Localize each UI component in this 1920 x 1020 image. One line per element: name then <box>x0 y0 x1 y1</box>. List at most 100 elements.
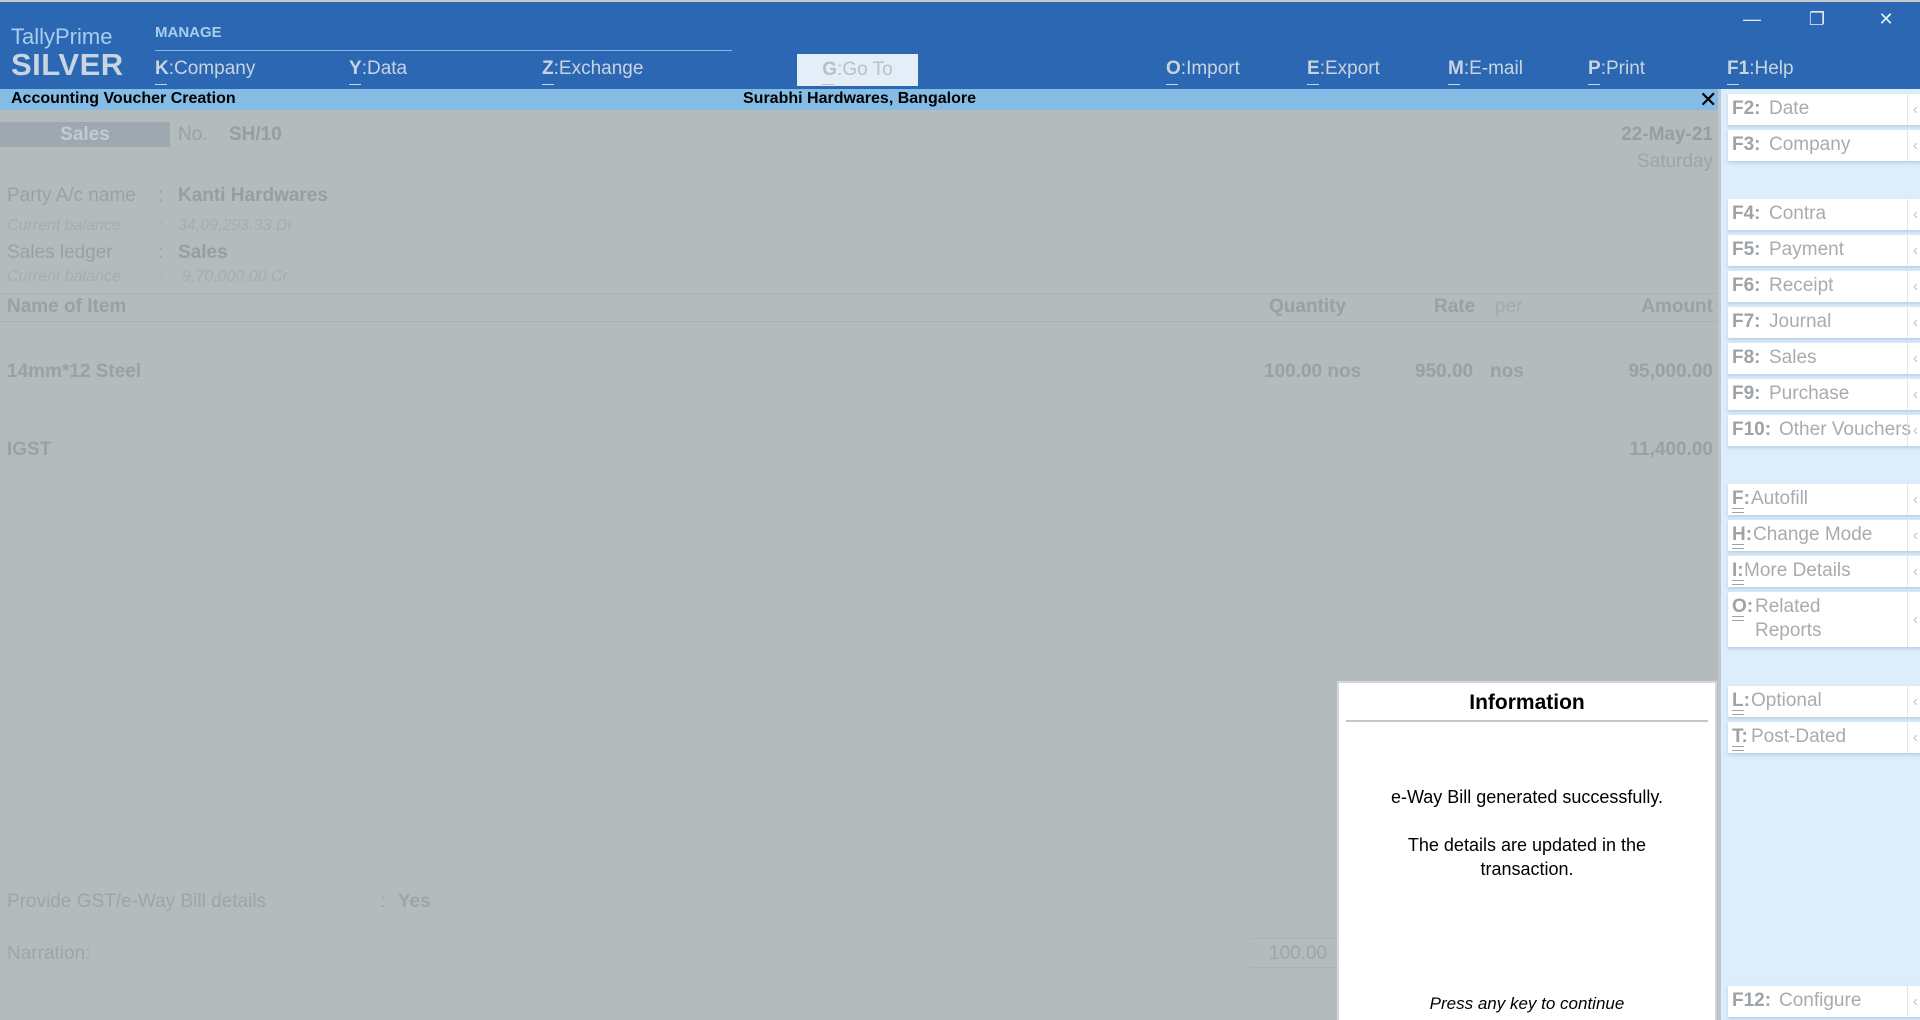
chevron-left-icon: ‹ <box>1907 986 1920 1017</box>
tax-ledger-name: IGST <box>7 439 52 460</box>
item-quantity: 100.00 nos <box>1264 361 1362 382</box>
party-balance-label: Current balance <box>7 217 121 234</box>
party-balance-colon: : <box>158 217 163 234</box>
voucher-day: Saturday <box>1636 151 1713 172</box>
chevron-left-icon: ‹ <box>1907 722 1920 753</box>
menu-exchange[interactable]: Z:Exchange <box>542 58 643 80</box>
col-per-header: per <box>1495 296 1523 317</box>
chevron-left-icon: ‹ <box>1907 556 1920 587</box>
narration-label: Narration: <box>7 943 91 964</box>
button-journal[interactable]: F7: Journal ‹ <box>1728 307 1920 338</box>
button-related-reports[interactable]: O: Related Reports ‹ <box>1728 592 1920 647</box>
item-name: 14mm*12 Steel <box>7 361 142 382</box>
button-autofill[interactable]: F: Autofill ‹ <box>1728 484 1920 515</box>
action-help-label: Help <box>1754 58 1794 79</box>
button-purchase[interactable]: F9: Purchase ‹ <box>1728 379 1920 410</box>
sales-ledger[interactable]: Sales <box>178 242 228 264</box>
goto-button[interactable]: G:Go To <box>797 54 918 86</box>
information-dialog[interactable]: Information e-Way Bill generated success… <box>1337 681 1717 1020</box>
button-company[interactable]: F3: Company ‹ <box>1728 130 1920 161</box>
window-close-icon[interactable]: ✕ <box>1866 6 1906 32</box>
voucher-date[interactable]: 22-May-21 <box>1621 124 1713 146</box>
item-per: nos <box>1490 361 1524 382</box>
dialog-message-line-1: The details are updated in the <box>1407 835 1647 855</box>
col-item-header: Name of Item <box>7 296 127 317</box>
sales-ledger-colon: : <box>158 242 164 263</box>
action-export[interactable]: E:Export <box>1307 58 1380 80</box>
chevron-left-icon: ‹ <box>1907 235 1920 266</box>
chevron-left-icon: ‹ <box>1907 271 1920 302</box>
button-post-dated[interactable]: T: Post-Dated ‹ <box>1728 722 1920 753</box>
action-help[interactable]: F1:Help <box>1727 58 1794 80</box>
goto-label: Go To <box>842 59 893 80</box>
sales-balance-label: Current balance <box>7 268 121 285</box>
item-amount: 95,000.00 <box>1628 361 1713 382</box>
action-email-key: M <box>1448 58 1464 79</box>
menu-exchange-label: Exchange <box>558 58 644 79</box>
table-header-divider <box>0 321 1718 322</box>
button-date[interactable]: F2: Date ‹ <box>1728 94 1920 125</box>
menu-data-key: Y <box>349 58 362 79</box>
sales-balance: 9,70,000.00 Cr <box>182 268 288 285</box>
party-label: Party A/c name <box>7 185 136 206</box>
chevron-left-icon: ‹ <box>1907 307 1920 338</box>
total-quantity: 100.00 <box>1269 943 1328 964</box>
menu-data[interactable]: Y:Data <box>349 58 407 80</box>
button-payment[interactable]: F5: Payment ‹ <box>1728 235 1920 266</box>
menu-data-label: Data <box>366 58 408 79</box>
gst-details-label: Provide GST/e-Way Bill details <box>7 891 267 912</box>
button-receipt[interactable]: F6: Receipt ‹ <box>1728 271 1920 302</box>
dialog-continue-hint: Press any key to continue <box>1429 994 1625 1013</box>
dialog-message-line-2: transaction. <box>1480 859 1574 879</box>
col-amount-header: Amount <box>1641 296 1713 317</box>
screen-title: Accounting Voucher Creation <box>11 90 236 107</box>
menu-company[interactable]: K:Company <box>155 58 255 80</box>
voucher-type[interactable]: Sales <box>0 122 170 147</box>
voucher-number[interactable]: SH/10 <box>229 124 282 146</box>
chevron-left-icon: ‹ <box>1907 130 1920 161</box>
gst-details-value[interactable]: Yes <box>398 891 431 913</box>
sales-balance-colon: : <box>158 268 163 285</box>
action-email-label: E-mail <box>1469 58 1523 79</box>
action-import-label: Import <box>1186 58 1240 79</box>
total-top-line <box>1250 938 1350 939</box>
tax-amount: 11,400.00 <box>1629 439 1713 460</box>
company-name: Surabhi Hardwares, Bangalore <box>743 90 976 107</box>
button-change-mode[interactable]: H: Change Mode ‹ <box>1728 520 1920 551</box>
action-export-label: Export <box>1324 58 1380 79</box>
chevron-left-icon: ‹ <box>1907 379 1920 410</box>
chevron-left-icon: ‹ <box>1907 484 1920 515</box>
menu-company-key: K <box>155 58 169 79</box>
voucher-number-label: No. <box>178 124 208 145</box>
restore-icon[interactable]: ❐ <box>1797 6 1837 32</box>
item-rate: 950.00 <box>1415 361 1474 382</box>
dialog-message-primary: e-Way Bill generated successfully. <box>1390 787 1664 807</box>
button-contra[interactable]: F4: Contra ‹ <box>1728 199 1920 230</box>
col-quantity-header: Quantity <box>1269 296 1347 317</box>
action-print-label: Print <box>1605 58 1646 79</box>
chevron-left-icon: ‹ <box>1907 94 1920 125</box>
menu-exchange-key: Z <box>542 58 554 79</box>
action-print-key: P <box>1588 58 1601 79</box>
goto-key: G <box>822 59 838 80</box>
action-print[interactable]: P:Print <box>1588 58 1645 80</box>
col-rate-header: Rate <box>1434 296 1476 317</box>
chevron-left-icon: ‹ <box>1907 199 1920 230</box>
minimize-icon[interactable]: — <box>1732 6 1772 32</box>
manage-divider <box>155 50 732 51</box>
button-optional[interactable]: L: Optional ‹ <box>1728 686 1920 717</box>
button-more-details[interactable]: I: More Details ‹ <box>1728 556 1920 587</box>
total-bottom-line <box>1250 967 1350 968</box>
action-email[interactable]: M:E-mail <box>1448 58 1523 80</box>
top-bar: TallyPrime SILVER MANAGE K:Company Y:Dat… <box>0 0 1920 89</box>
button-other-vouchers[interactable]: F10: Other Vouchers ‹ <box>1728 415 1920 446</box>
party-name[interactable]: Kanti Hardwares <box>178 185 328 207</box>
action-import-key: O <box>1166 58 1181 79</box>
button-configure[interactable]: F12: Configure ‹ <box>1728 986 1920 1017</box>
button-sales[interactable]: F8: Sales ‹ <box>1728 343 1920 374</box>
chevron-left-icon: ‹ <box>1907 592 1920 647</box>
action-import[interactable]: O:Import <box>1166 58 1240 80</box>
manage-section-label: MANAGE <box>155 24 222 41</box>
gst-details-colon: : <box>380 891 386 912</box>
chevron-left-icon: ‹ <box>1907 520 1920 551</box>
